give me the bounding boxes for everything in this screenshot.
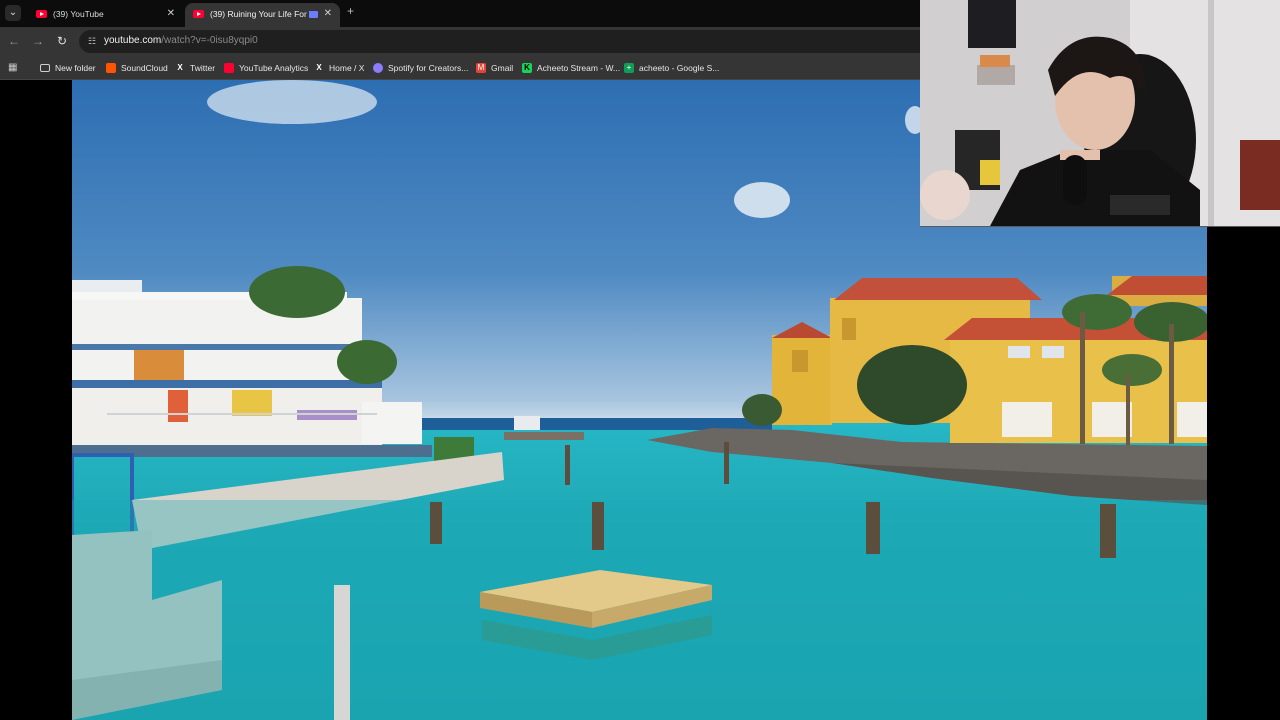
reload-button[interactable]: ↻ <box>53 32 71 50</box>
bookmark-soundcloud[interactable]: SoundCloud <box>106 61 168 75</box>
bookmark-label: Spotify for Creators... <box>388 63 469 73</box>
reload-icon: ↻ <box>56 34 68 48</box>
bookmark-gmail[interactable]: M Gmail <box>476 61 513 75</box>
plus-icon: + <box>347 4 355 18</box>
bookmark-label: SoundCloud <box>121 63 168 73</box>
tab-video[interactable]: (39) Ruining Your Life For T ✕ <box>185 3 340 27</box>
bookmark-label: Acheeto Stream - W... <box>537 63 621 73</box>
bookmark-spotify-for-creators[interactable]: Spotify for Creators... <box>373 61 468 75</box>
arrow-right-icon: → <box>32 34 44 48</box>
close-icon[interactable]: ✕ <box>167 3 175 25</box>
bookmark-label: Gmail <box>491 63 514 73</box>
spotify-for-creators-icon <box>373 63 383 73</box>
kick-icon: K <box>522 63 532 73</box>
youtube-icon <box>36 10 47 18</box>
close-icon[interactable]: ✕ <box>324 3 332 25</box>
bookmark-home-x[interactable]: X Home / X <box>314 61 364 75</box>
bookmark-twitter[interactable]: X Twitter <box>175 61 215 75</box>
url-host: youtube.com <box>104 35 162 46</box>
youtube-icon <box>224 63 234 73</box>
bookmark-label: Twitter <box>190 63 216 73</box>
url-text: youtube.com/watch?v=-0isu8yqpi0 <box>104 35 258 46</box>
site-info-icon[interactable]: ☷ <box>88 36 98 46</box>
google-sheets-icon: + <box>624 63 634 73</box>
gmail-icon: M <box>476 63 486 73</box>
folder-icon <box>40 64 50 72</box>
bookmark-new-folder[interactable]: New folder <box>40 61 96 75</box>
bookmark-acheeto-stream[interactable]: K Acheeto Stream - W... <box>522 61 620 75</box>
forward-button[interactable]: → <box>29 32 47 50</box>
webcam-image <box>920 0 1280 226</box>
back-button[interactable]: ← <box>5 32 23 50</box>
apps-grid-icon[interactable]: ▦ <box>8 62 19 73</box>
youtube-icon <box>193 10 204 18</box>
tab-youtube-home[interactable]: (39) YouTube ✕ <box>28 3 183 27</box>
x-icon: X <box>177 63 183 72</box>
x-icon: X <box>316 63 322 72</box>
bookmark-label: acheeto - Google S... <box>639 63 720 73</box>
webcam-overlay <box>920 0 1280 227</box>
soundcloud-icon <box>106 63 116 73</box>
arrow-left-icon: ← <box>8 34 20 48</box>
bookmark-acheeto-sheets[interactable]: + acheeto - Google S... <box>624 61 719 75</box>
tab-title: (39) YouTube <box>53 9 104 19</box>
tab-search-button[interactable]: ⌄ <box>5 5 21 21</box>
url-path: /watch?v=-0isu8yqpi0 <box>161 35 258 46</box>
bookmark-youtube-analytics[interactable]: YouTube Analytics <box>224 61 308 75</box>
bookmark-label: Home / X <box>329 63 365 73</box>
media-playing-icon[interactable] <box>309 11 318 18</box>
new-tab-button[interactable]: + <box>347 4 354 18</box>
bookmark-label: New folder <box>55 63 96 73</box>
tab-title: (39) Ruining Your Life For T <box>210 9 315 19</box>
chevron-down-icon: ⌄ <box>8 7 18 18</box>
bookmark-label: YouTube Analytics <box>239 63 309 73</box>
